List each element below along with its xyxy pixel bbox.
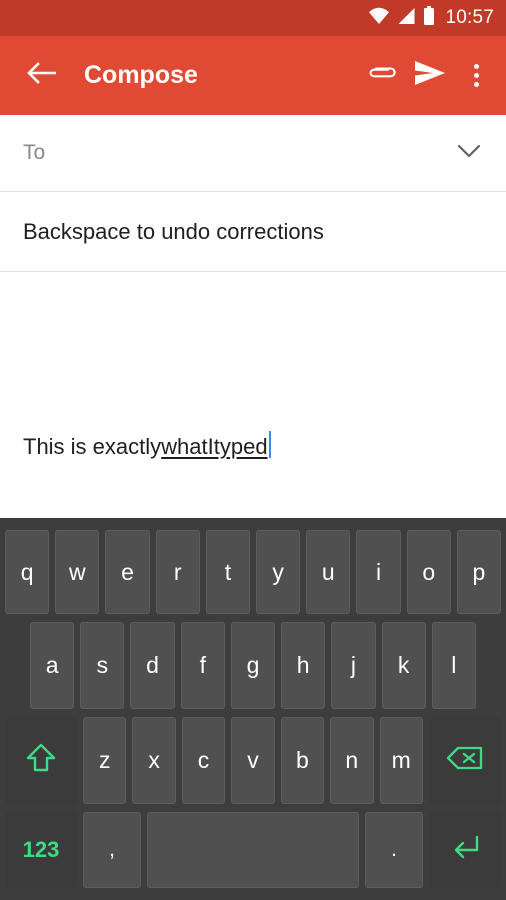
key-f[interactable]: f [180, 622, 225, 709]
key-o[interactable]: o [406, 530, 451, 614]
enter-key[interactable] [429, 812, 501, 888]
key-u[interactable]: u [306, 530, 351, 614]
to-placeholder: To [23, 141, 46, 164]
key-s[interactable]: s [80, 622, 125, 709]
back-arrow-icon [27, 61, 57, 90]
compose-form: To Backspace to undo corrections This is… [0, 115, 506, 518]
backspace-icon [445, 744, 485, 778]
key-b[interactable]: b [280, 717, 325, 804]
cell-signal-icon [397, 7, 416, 30]
key-n[interactable]: n [330, 717, 374, 804]
on-screen-keyboard: q w e r t y u i o p a s d f g h j k l z … [0, 518, 506, 900]
compose-screen: 10:57 Compose To Backspace to undo corre… [0, 0, 506, 900]
key-q[interactable]: q [5, 530, 50, 614]
subject-field[interactable]: Backspace to undo corrections [0, 192, 506, 272]
keyboard-row-4: 123 , . [0, 808, 506, 892]
body-field[interactable]: This is exactly whatItyped [0, 272, 506, 517]
send-icon [414, 60, 446, 91]
body-static-text: This is exactly [23, 434, 162, 459]
key-i[interactable]: i [356, 530, 401, 614]
wifi-icon [368, 7, 390, 30]
numeric-mode-key[interactable]: 123 [5, 812, 77, 888]
comma-key[interactable]: , [83, 812, 141, 888]
keyboard-row-1: q w e r t y u i o p [0, 526, 506, 618]
status-icon-group [368, 5, 435, 31]
key-l[interactable]: l [431, 622, 476, 709]
shift-arrow-icon [24, 741, 58, 781]
key-t[interactable]: t [205, 530, 251, 614]
backspace-key[interactable] [428, 717, 501, 804]
body-composing-text: whatItyped [161, 434, 268, 459]
attach-button[interactable] [358, 48, 406, 104]
key-k[interactable]: k [381, 622, 426, 709]
send-button[interactable] [406, 48, 454, 104]
key-g[interactable]: g [230, 622, 276, 709]
key-h[interactable]: h [281, 622, 326, 709]
battery-icon [423, 5, 435, 31]
shift-key[interactable] [5, 717, 77, 804]
more-vert-icon [473, 64, 479, 87]
enter-return-icon [448, 832, 482, 868]
text-caret [268, 431, 271, 458]
status-bar: 10:57 [0, 0, 506, 36]
app-bar: Compose [0, 36, 506, 115]
key-x[interactable]: x [132, 717, 176, 804]
body-text-line: This is exactly whatItyped [23, 427, 271, 460]
period-key[interactable]: . [365, 812, 423, 888]
recipients-expand-button[interactable] [450, 134, 488, 172]
key-r[interactable]: r [155, 530, 200, 614]
key-v[interactable]: v [231, 717, 275, 804]
key-p[interactable]: p [456, 530, 502, 614]
key-m[interactable]: m [379, 717, 423, 804]
subject-text: Backspace to undo corrections [23, 218, 324, 244]
to-field[interactable]: To [0, 115, 506, 192]
key-z[interactable]: z [83, 717, 127, 804]
back-button[interactable] [14, 48, 70, 104]
overflow-menu-button[interactable] [454, 48, 498, 104]
key-j[interactable]: j [331, 622, 376, 709]
key-e[interactable]: e [105, 530, 150, 614]
page-title: Compose [84, 61, 198, 89]
space-key[interactable] [147, 812, 359, 888]
key-w[interactable]: w [55, 530, 100, 614]
key-y[interactable]: y [256, 530, 301, 614]
key-c[interactable]: c [181, 717, 226, 804]
keyboard-row-3: z x c v b n m [0, 713, 506, 808]
key-d[interactable]: d [130, 622, 175, 709]
keyboard-row-2: a s d f g h j k l [0, 618, 506, 713]
status-time: 10:57 [445, 7, 494, 28]
chevron-down-icon [456, 143, 482, 164]
key-a[interactable]: a [30, 622, 75, 709]
paperclip-icon [367, 62, 397, 89]
